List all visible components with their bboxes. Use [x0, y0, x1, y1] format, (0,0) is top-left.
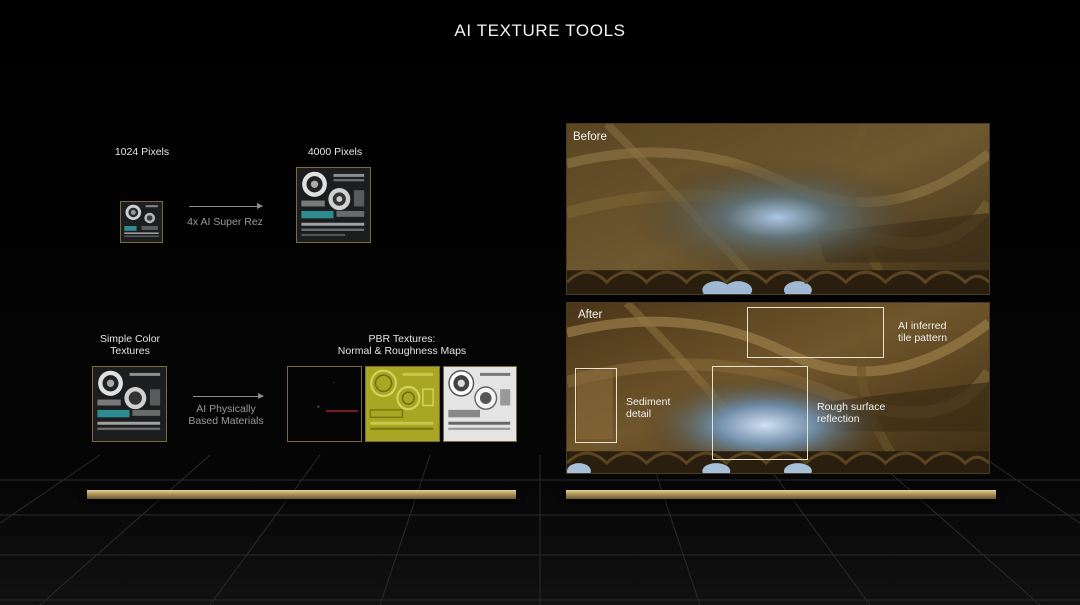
normal-map-thumbnail	[365, 366, 440, 442]
low-res-texture-thumbnail	[120, 201, 163, 243]
sediment-label-line1: Sediment	[626, 396, 671, 408]
high-res-label: 4000 Pixels	[307, 146, 363, 158]
pbr-label-line2: Normal & Roughness Maps	[337, 345, 467, 357]
sediment-label-line2: detail	[626, 408, 652, 420]
slide: AI TEXTURE TOOLS 1024 Pixels 4000 Pixels…	[0, 0, 1080, 605]
low-res-label: 1024 Pixels	[114, 146, 170, 158]
color-texture-thumbnail	[92, 366, 167, 442]
before-render-panel	[566, 123, 990, 295]
rough-surface-label-line2: reflection	[817, 413, 860, 425]
slide-title: AI TEXTURE TOOLS	[454, 21, 626, 40]
super-rez-label: 4x AI Super Rez	[187, 216, 263, 228]
grayscale-map-thumbnail	[443, 366, 517, 442]
before-label: Before	[573, 131, 607, 143]
pbm-label-line1: AI Physically	[196, 403, 256, 415]
rough-surface-label-line1: Rough surface	[817, 401, 886, 413]
simple-color-label-line1: Simple Color	[99, 333, 161, 345]
right-display-shelf	[566, 490, 996, 499]
left-display-shelf	[87, 490, 516, 499]
pbm-label-line2: Based Materials	[188, 415, 264, 427]
roughness-map-thumbnail	[287, 366, 362, 442]
after-label: After	[578, 309, 603, 321]
tile-pattern-box	[747, 307, 884, 358]
arrow-right-icon	[189, 203, 263, 209]
tile-pattern-label-line1: AI inferred	[898, 320, 947, 332]
pbr-label-line1: PBR Textures:	[368, 333, 436, 345]
high-res-texture-thumbnail	[296, 167, 371, 243]
sediment-detail-box	[575, 368, 617, 443]
tile-pattern-label-line2: tile pattern	[898, 332, 948, 344]
rough-surface-box	[712, 366, 808, 460]
simple-color-label-line2: Textures	[110, 345, 150, 357]
arrow-right-icon	[193, 393, 264, 399]
